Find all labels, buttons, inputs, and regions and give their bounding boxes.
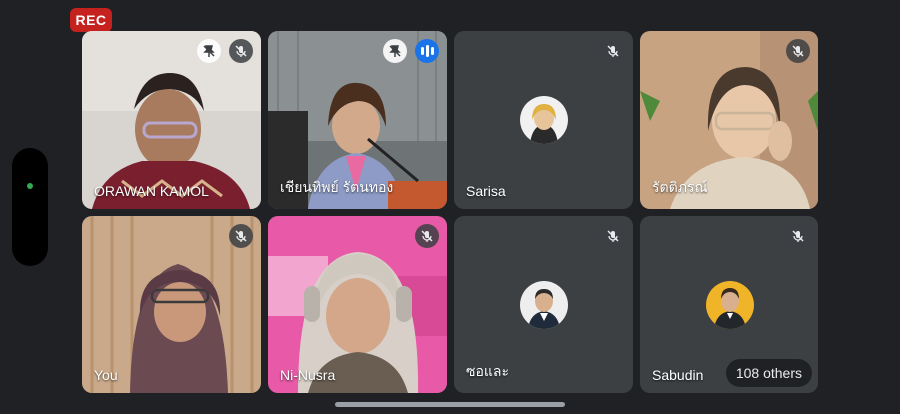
side-handle[interactable]	[12, 148, 48, 266]
mic-off-icon	[786, 39, 810, 63]
participant-name: You	[94, 367, 118, 383]
avatar	[706, 281, 754, 329]
mic-off-icon	[786, 224, 810, 248]
home-indicator[interactable]	[335, 402, 565, 407]
pin-icon[interactable]	[197, 39, 221, 63]
speaking-indicator-icon	[415, 39, 439, 63]
mic-off-icon	[601, 224, 625, 248]
participant-tile[interactable]: ซอและ	[454, 216, 633, 393]
participant-tile[interactable]: You	[82, 216, 261, 393]
participant-name: ORAWAN KAMOL	[94, 183, 209, 199]
participant-name: ซอและ	[466, 363, 510, 379]
participant-name: Sabudin	[652, 367, 704, 383]
participant-tile[interactable]: รัตติภรณ์	[640, 31, 818, 209]
participant-tile[interactable]: Ni-Nusra	[268, 216, 447, 393]
participant-tile[interactable]: Sabudin 108 others	[640, 216, 818, 393]
mic-off-icon	[229, 224, 253, 248]
recording-badge: REC	[70, 8, 112, 32]
participant-name: เชียนทิพย์ รัตนทอง	[280, 179, 394, 195]
participant-tile[interactable]: เชียนทิพย์ รัตนทอง	[268, 31, 447, 209]
participant-name: Sarisa	[466, 183, 506, 199]
mic-off-icon	[415, 224, 439, 248]
participant-name: รัตติภรณ์	[652, 179, 708, 195]
pin-icon[interactable]	[383, 39, 407, 63]
mic-off-icon	[601, 39, 625, 63]
mic-off-icon	[229, 39, 253, 63]
others-count-button[interactable]: 108 others	[725, 359, 812, 387]
avatar	[519, 280, 568, 329]
participant-name: Ni-Nusra	[280, 367, 336, 383]
participant-tile[interactable]: Sarisa	[454, 31, 633, 209]
avatar	[519, 96, 568, 144]
status-dot	[27, 183, 33, 189]
participant-tile[interactable]: ORAWAN KAMOL	[82, 31, 261, 209]
